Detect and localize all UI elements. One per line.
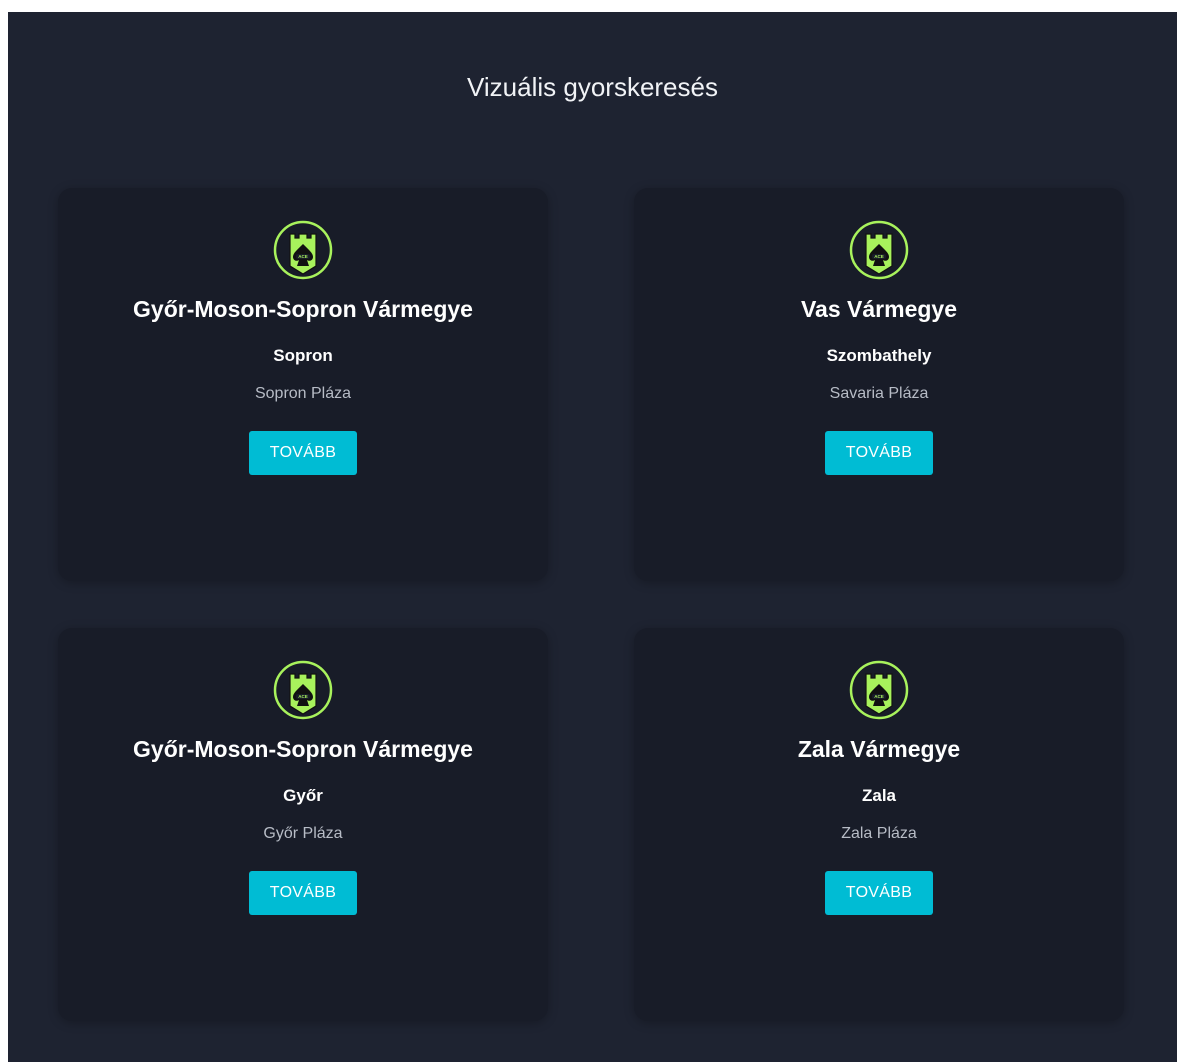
tovabb-button[interactable]: TOVÁBB	[825, 431, 933, 475]
venue-name: Savaria Pláza	[829, 385, 929, 402]
main-panel: Vizuális gyorskeresés ACE Győr-Moson-Sop…	[8, 12, 1177, 1062]
city-name: Sopron	[273, 346, 333, 365]
venue-card: ACE Zala Vármegye Zala Zala Pláza TOVÁBB	[634, 628, 1124, 1021]
svg-text:ACE: ACE	[874, 254, 884, 259]
venue-card: ACE Győr-Moson-Sopron Vármegye Sopron So…	[58, 188, 548, 581]
county-title: Vas Vármegye	[800, 296, 957, 322]
city-name: Zala	[861, 786, 897, 805]
venue-name: Győr Pláza	[263, 825, 343, 842]
city-name: Győr	[283, 786, 323, 805]
tovabb-button[interactable]: TOVÁBB	[825, 871, 933, 915]
tovabb-button[interactable]: TOVÁBB	[249, 871, 357, 915]
castle-ace-of-spades-logo-icon: ACE	[849, 660, 909, 720]
svg-text:ACE: ACE	[298, 694, 308, 699]
castle-ace-of-spades-logo-icon: ACE	[273, 220, 333, 280]
county-title: Győr-Moson-Sopron Vármegye	[133, 736, 473, 762]
city-name: Szombathely	[826, 346, 932, 365]
county-title: Győr-Moson-Sopron Vármegye	[133, 296, 473, 322]
svg-text:ACE: ACE	[874, 694, 884, 699]
venue-name: Sopron Pláza	[254, 385, 352, 402]
castle-ace-of-spades-logo-icon: ACE	[849, 220, 909, 280]
venue-card: ACE Vas Vármegye Szombathely Savaria Plá…	[634, 188, 1124, 581]
page-title: Vizuális gyorskeresés	[467, 72, 718, 102]
venue-card: ACE Győr-Moson-Sopron Vármegye Győr Győr…	[58, 628, 548, 1021]
venue-name: Zala Pláza	[841, 825, 917, 842]
tovabb-button[interactable]: TOVÁBB	[249, 431, 357, 475]
castle-ace-of-spades-logo-icon: ACE	[273, 660, 333, 720]
county-title: Zala Vármegye	[797, 736, 961, 762]
svg-text:ACE: ACE	[298, 254, 308, 259]
